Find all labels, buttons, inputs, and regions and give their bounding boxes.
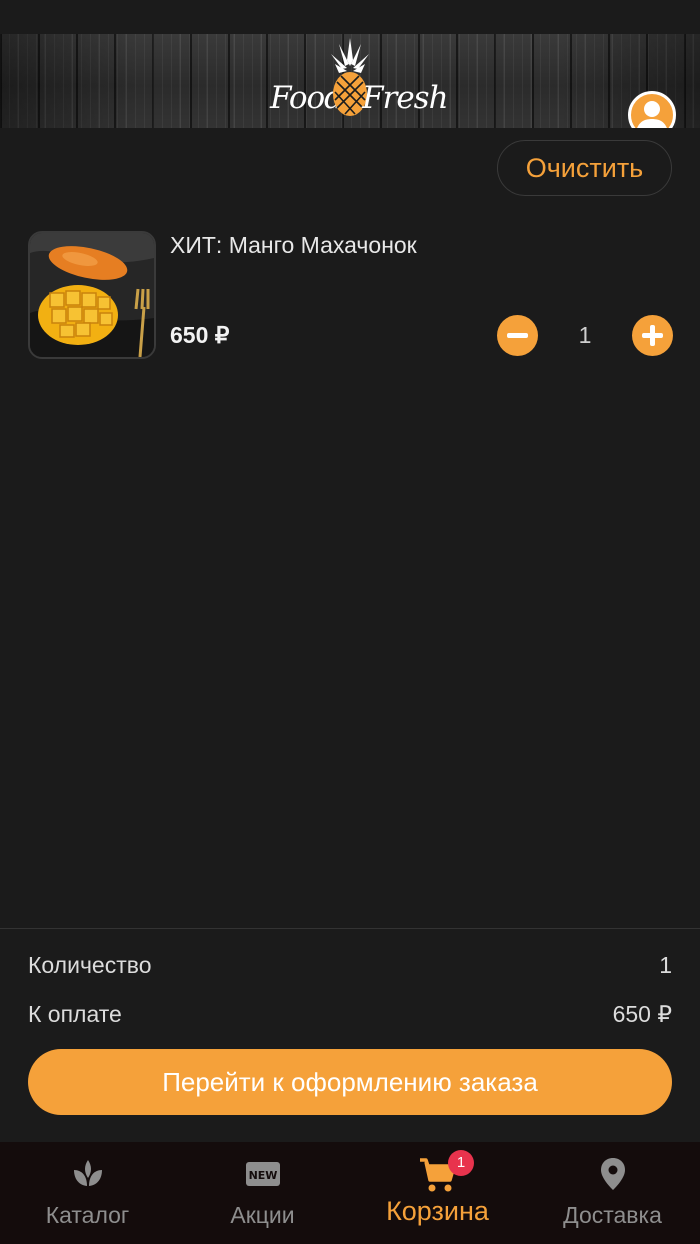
user-icon [637, 101, 667, 128]
summary-total-value: 650 ₽ [612, 1001, 672, 1027]
summary-quantity-value: 1 [659, 952, 672, 978]
summary-quantity-label: Количество [28, 952, 152, 978]
tab-cart[interactable]: Корзина [350, 1142, 525, 1244]
cart-item: ХИТ: Манго Махачонок 650 ₽ 1 [0, 228, 700, 362]
status-bar [0, 0, 700, 34]
tab-delivery-label: Доставка [563, 1202, 662, 1228]
decrease-quantity-button[interactable] [497, 315, 538, 356]
increase-quantity-button[interactable] [632, 315, 673, 356]
logo-text-fresh: Fresh [362, 80, 449, 116]
summary-total-label: К оплате [28, 1001, 122, 1027]
plant-icon [73, 1160, 102, 1186]
minus-icon [507, 333, 528, 338]
app-header: Food Fresh [0, 34, 700, 128]
tab-promotions[interactable]: NEW Акции [175, 1142, 350, 1244]
profile-button[interactable] [628, 91, 676, 128]
clear-cart-button[interactable]: Очистить [497, 140, 672, 196]
checkout-button[interactable]: Перейти к оформлению заказа [28, 1049, 672, 1115]
product-name[interactable]: ХИТ: Манго Махачонок [170, 232, 417, 259]
tab-promotions-label: Акции [230, 1202, 295, 1228]
bottom-tab-bar: Каталог NEW Акции Корзина Доставка [0, 1142, 700, 1244]
svg-text:NEW: NEW [248, 1169, 277, 1182]
food-fresh-logo[interactable]: Food Fresh [268, 36, 449, 128]
product-image-mango[interactable] [28, 231, 156, 359]
tab-delivery[interactable]: Доставка [525, 1142, 700, 1244]
order-summary: Количество 1 К оплате 650 ₽ Перейти к оф… [0, 928, 700, 1142]
summary-quantity-row: Количество 1 [28, 952, 672, 982]
plus-icon-vertical [650, 325, 655, 346]
cart-count-badge: 1 [448, 1150, 474, 1176]
quantity-value: 1 [578, 322, 592, 348]
tab-cart-label: Корзина [386, 1196, 489, 1226]
tab-catalog-label: Каталог [45, 1202, 130, 1228]
tab-catalog[interactable]: Каталог [0, 1142, 175, 1244]
mango-photo [30, 233, 154, 357]
summary-total-row: К оплате 650 ₽ [28, 1001, 672, 1031]
product-price: 650 ₽ [170, 322, 230, 348]
new-badge-icon: NEW [245, 1162, 280, 1186]
location-pin-icon [600, 1158, 625, 1190]
